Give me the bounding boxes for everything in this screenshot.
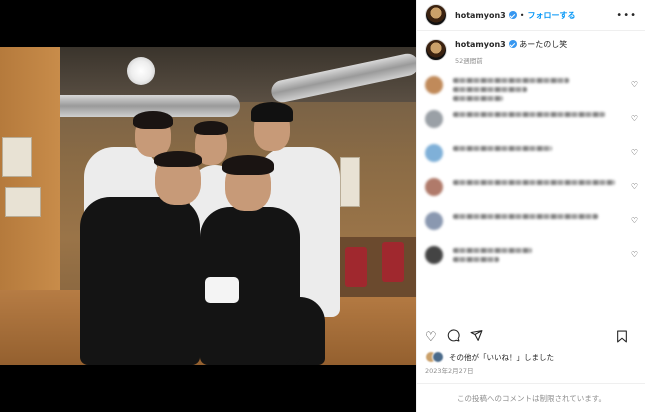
likes-text: その他が「いいね！」しました [449,352,554,362]
share-icon[interactable] [470,329,483,345]
redacted-text-line [453,248,533,253]
instagram-post-window: hotamyon3 • フォローする ••• hotamyon3 あーたのし笑 … [0,0,645,412]
post-photo[interactable] [0,47,416,365]
bookmark-icon[interactable] [616,330,628,345]
comment-body-redacted [453,210,618,244]
redacted-text-line [453,96,503,101]
comment-row: ♡ [417,142,645,176]
photo-chair [345,247,367,287]
comment-icon[interactable] [447,329,460,345]
comment-like-heart-icon[interactable]: ♡ [631,80,638,89]
heart-icon[interactable]: ♡ [425,331,437,344]
redacted-text-line [453,214,599,219]
post-caption: hotamyon3 あーたのし笑 52週間前 [417,31,645,65]
photo-chair [382,242,404,282]
comment-body-redacted [453,74,618,108]
comment-row: ♡ [417,210,645,244]
photo-poster [2,137,32,177]
comment-body-redacted [453,244,618,278]
likes-summary[interactable]: その他が「いいね！」しました [425,351,554,363]
action-bar: ♡ [417,326,645,348]
comment-row: ♡ [417,244,645,278]
comment-avatar[interactable] [425,144,443,162]
comment-body-redacted [453,176,618,210]
post-media [0,0,416,412]
comment-avatar[interactable] [425,76,443,94]
comment-like-heart-icon[interactable]: ♡ [631,114,638,123]
comment-like-heart-icon[interactable]: ♡ [631,250,638,259]
comment-avatar[interactable] [425,246,443,264]
photo-poster [340,157,360,207]
redacted-text-line [453,112,605,117]
caption-time: 52週間前 [455,57,483,65]
comments-restricted-notice: この投稿へのコメントは制限されています。 [417,383,645,412]
user-avatar[interactable] [425,4,447,26]
comment-like-heart-icon[interactable]: ♡ [631,182,638,191]
caption-username[interactable]: hotamyon3 [455,40,506,49]
liker-avatar [432,351,444,363]
post-side-panel: hotamyon3 • フォローする ••• hotamyon3 あーたのし笑 … [416,0,645,412]
redacted-text-line [453,87,528,92]
photo-poster [5,187,41,217]
follow-button[interactable]: フォローする [527,10,575,21]
comment-row: ♡ [417,74,645,108]
post-header: hotamyon3 • フォローする ••• [417,0,645,31]
comments-list: ♡ ♡ ♡ ♡ ♡ ♡ [417,74,645,278]
comment-avatar[interactable] [425,212,443,230]
comment-row: ♡ [417,108,645,142]
photo-lamp [127,57,155,85]
redacted-text-line [453,257,500,262]
post-date: 2023年2月27日 [425,367,474,375]
verified-badge-icon [508,40,517,48]
photo-wall [0,47,60,307]
redacted-text-line [453,78,569,83]
verified-badge-icon [508,11,517,19]
comment-body-redacted [453,108,618,142]
header-username[interactable]: hotamyon3 [455,11,506,20]
redacted-text-line [453,146,552,151]
more-options-icon[interactable]: ••• [616,10,637,21]
comment-avatar[interactable] [425,178,443,196]
redacted-text-line [453,180,615,185]
caption-text: あーたのし笑 [519,40,568,49]
separator-dot: • [519,10,525,20]
comment-row: ♡ [417,176,645,210]
caption-avatar[interactable] [425,39,447,61]
comment-like-heart-icon[interactable]: ♡ [631,148,638,157]
comment-like-heart-icon[interactable]: ♡ [631,216,638,225]
comment-avatar[interactable] [425,110,443,128]
comment-body-redacted [453,142,618,176]
